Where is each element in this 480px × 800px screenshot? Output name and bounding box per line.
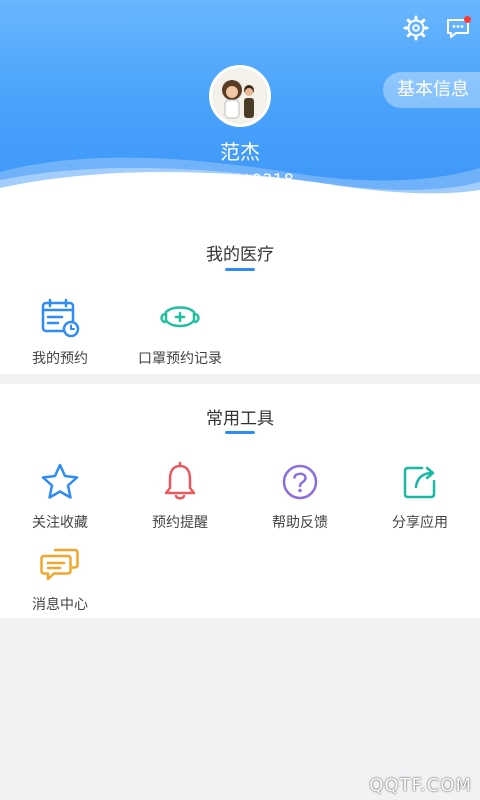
item-label: 分享应用 xyxy=(392,515,448,531)
item-label: 预约提醒 xyxy=(152,515,208,531)
section-title: 常用工具 xyxy=(206,409,274,429)
item-label: 我的预约 xyxy=(32,351,88,367)
mask-icon xyxy=(158,296,202,340)
avatar[interactable] xyxy=(209,65,271,127)
item-label: 帮助反馈 xyxy=(272,515,328,531)
calendar-clock-icon xyxy=(38,296,82,340)
share-icon xyxy=(398,460,442,504)
basic-info-button[interactable]: 基本信息 xyxy=(383,72,480,108)
mask-records-item[interactable]: 口罩预约记录 xyxy=(120,296,240,368)
gear-icon[interactable] xyxy=(402,14,430,42)
user-phone: 181****0318 xyxy=(185,170,295,189)
bell-icon xyxy=(158,460,202,504)
message-center-item[interactable]: 消息中心 xyxy=(0,542,120,614)
help-feedback-item[interactable]: 帮助反馈 xyxy=(240,460,360,532)
item-label: 口罩预约记录 xyxy=(138,351,222,367)
item-label: 消息中心 xyxy=(32,597,88,613)
user-name: 范杰 xyxy=(220,140,260,164)
section-underline xyxy=(225,431,255,434)
star-icon xyxy=(38,460,82,504)
message-icon[interactable] xyxy=(444,14,472,42)
favorites-item[interactable]: 关注收藏 xyxy=(0,460,120,532)
notification-badge xyxy=(464,16,471,23)
help-icon xyxy=(278,460,322,504)
item-label: 关注收藏 xyxy=(32,515,88,531)
watermark: QQTF.COM xyxy=(369,775,472,796)
profile-header: 范杰 181****0318 基本信息 xyxy=(0,0,480,220)
section-underline xyxy=(225,268,255,271)
tools-section: 常用工具 关注收藏 预约提醒 帮助反馈 分享应用 消息中心 xyxy=(0,384,480,618)
my-appointments-item[interactable]: 我的预约 xyxy=(0,296,120,368)
section-title: 我的医疗 xyxy=(206,245,274,265)
chat-icon xyxy=(38,542,82,586)
medical-section: 我的医疗 我的预约 口罩预约记录 xyxy=(0,220,480,374)
reminder-item[interactable]: 预约提醒 xyxy=(120,460,240,532)
share-app-item[interactable]: 分享应用 xyxy=(360,460,480,532)
